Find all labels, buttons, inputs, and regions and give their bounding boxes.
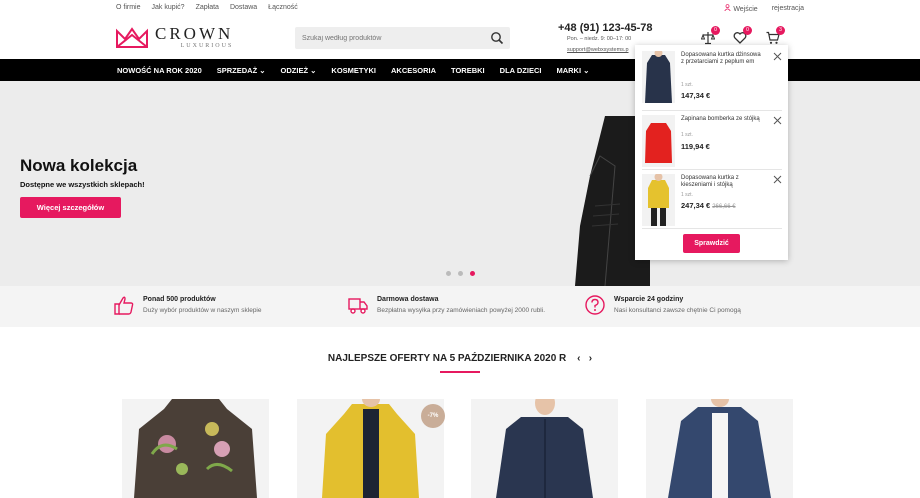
offers-heading: NAJLEPSZE OFERTY NA 5 PAŹDZIERNIKA 2020 … bbox=[0, 353, 920, 364]
features-bar: Ponad 500 produktów Duży wybór produktów… bbox=[0, 286, 920, 327]
search-bar bbox=[295, 27, 510, 50]
logo-text: CROWN LUXURIOUS bbox=[155, 24, 234, 49]
product-card[interactable] bbox=[122, 399, 269, 498]
cart-button[interactable]: 3 bbox=[766, 26, 785, 45]
product-card[interactable] bbox=[646, 399, 793, 498]
cart-item-old-price: 266,66 € bbox=[712, 204, 736, 210]
search-icon[interactable] bbox=[490, 31, 504, 45]
feature-title: Darmowa dostawa bbox=[377, 296, 439, 303]
link-how-to-buy[interactable]: Jak kupić? bbox=[152, 4, 185, 11]
cart-item-price: 147,34 € bbox=[681, 91, 710, 100]
crown-logo-icon bbox=[116, 26, 148, 48]
login-link[interactable]: Wejście bbox=[724, 4, 758, 13]
cart-item-price: 119,94 € bbox=[681, 142, 710, 151]
thumbs-up-icon bbox=[114, 296, 134, 315]
cart-count-badge: 3 bbox=[776, 26, 785, 35]
feature-description: Nasi konsultanci zawsze chętnie Ci pomog… bbox=[614, 307, 741, 314]
logo-subtitle: LUXURIOUS bbox=[180, 43, 234, 49]
offers-underline bbox=[440, 371, 480, 373]
divider bbox=[642, 169, 782, 170]
account-links: Wejście rejestracja bbox=[724, 4, 804, 13]
cart-item-price-value: 119,94 € bbox=[681, 142, 710, 151]
nav-item-kids[interactable]: DLA DZIECI bbox=[500, 66, 542, 75]
cart-item-qty: 1 szt. bbox=[681, 132, 693, 138]
cart-item-name[interactable]: Zapinana bomberka ze stójką bbox=[681, 116, 761, 123]
checkout-button[interactable]: Sprawdzić bbox=[683, 234, 740, 253]
cart-item-thumbnail[interactable] bbox=[642, 51, 675, 103]
nav-item-sale[interactable]: SPRZEDAŻ ⌄ bbox=[217, 66, 266, 75]
feature-description: Duży wybór produktów w naszym sklepie bbox=[143, 307, 262, 314]
top-links: O firmie Jak kupić? Zapłata Dostawa Łącz… bbox=[116, 4, 298, 11]
question-icon bbox=[585, 295, 605, 315]
slider-dot[interactable] bbox=[446, 271, 451, 276]
hero-subtitle: Dostępne we wszystkich sklepach! bbox=[20, 180, 145, 189]
register-link[interactable]: rejestracja bbox=[772, 5, 804, 12]
link-payment[interactable]: Zapłata bbox=[196, 4, 219, 11]
opening-hours: Pon. – niedz. 9: 00–17: 00 bbox=[567, 36, 632, 42]
cart-item-thumbnail[interactable] bbox=[642, 174, 675, 226]
link-contact[interactable]: Łączność bbox=[268, 4, 298, 11]
nav-item-brands[interactable]: MARKI ⌄ bbox=[556, 66, 589, 75]
cart-item-name[interactable]: Dopasowana kurtka z kieszeniami i stójką bbox=[681, 175, 761, 189]
cart-item-name[interactable]: Dopasowana kurtka dżinsowa z przetarciam… bbox=[681, 52, 761, 66]
product-image bbox=[134, 399, 257, 498]
cart-item-price: 247,34 €266,66 € bbox=[681, 201, 736, 210]
truck-icon bbox=[348, 298, 368, 314]
product-image bbox=[496, 399, 593, 498]
nav-item-clothing[interactable]: ODZIEŻ ⌄ bbox=[281, 66, 317, 75]
search-input[interactable] bbox=[295, 27, 475, 50]
cart-item-price-value: 147,34 € bbox=[681, 91, 711, 100]
nav-item-accessories[interactable]: AKCESORIA bbox=[391, 66, 436, 75]
link-about[interactable]: O firmie bbox=[116, 4, 141, 11]
compare-count-badge: 0 bbox=[711, 26, 720, 35]
nav-item-new-2020[interactable]: NOWOŚĆ NA ROK 2020 bbox=[117, 66, 202, 75]
wishlist-button[interactable]: 0 bbox=[733, 26, 752, 45]
cart-dropdown: Dopasowana kurtka dżinsowa z przetarciam… bbox=[635, 45, 788, 260]
hero-more-button[interactable]: Więcej szczegółów bbox=[20, 197, 121, 218]
feature-products: Ponad 500 produktów Duży wybór produktów… bbox=[113, 294, 262, 316]
user-icon bbox=[724, 4, 731, 11]
cart-item-qty: 1 szt. bbox=[681, 82, 693, 88]
offers-title: NAJLEPSZE OFERTY NA 5 PAŹDZIERNIKA 2020 … bbox=[327, 353, 567, 364]
cart-item: Zapinana bomberka ze stójką 1 szt. 119,9… bbox=[642, 115, 782, 169]
offers-next-arrow[interactable]: › bbox=[589, 353, 592, 364]
nav-item-cosmetics[interactable]: KOSMETYKI bbox=[331, 66, 376, 75]
nav-item-bags[interactable]: TOREBKI bbox=[451, 66, 485, 75]
logo-title: CROWN bbox=[155, 24, 234, 43]
product-card[interactable] bbox=[471, 399, 618, 498]
feature-title: Ponad 500 produktów bbox=[143, 296, 216, 303]
cart-item-thumbnail[interactable] bbox=[642, 115, 675, 167]
compare-button[interactable]: 0 bbox=[700, 26, 720, 45]
phone-number[interactable]: +48 (91) 123-45-78 bbox=[558, 22, 652, 34]
feature-delivery: Darmowa dostawa Bezpłatna wysyłka przy z… bbox=[347, 294, 545, 316]
cart-item: Dopasowana kurtka dżinsowa z przetarciam… bbox=[642, 51, 782, 105]
cart-item: Dopasowana kurtka z kieszeniami i stójką… bbox=[642, 174, 782, 228]
cart-item-price-value: 247,34 € bbox=[681, 201, 711, 210]
cart-item-qty: 1 szt. bbox=[681, 192, 693, 198]
slider-dot[interactable] bbox=[458, 271, 463, 276]
wishlist-count-badge: 0 bbox=[743, 26, 752, 35]
product-image bbox=[668, 399, 771, 498]
slider-dots bbox=[446, 271, 475, 276]
divider bbox=[642, 228, 782, 229]
login-label: Wejście bbox=[733, 6, 758, 13]
close-icon[interactable] bbox=[773, 52, 782, 61]
feature-support: Wsparcie 24 godziny Nasi konsultanci zaw… bbox=[584, 294, 741, 316]
discount-badge: -7% bbox=[421, 404, 445, 428]
logo[interactable]: CROWN LUXURIOUS bbox=[115, 24, 234, 49]
slider-dot-active[interactable] bbox=[470, 271, 475, 276]
divider bbox=[642, 110, 782, 111]
feature-title: Wsparcie 24 godziny bbox=[614, 296, 684, 303]
link-delivery[interactable]: Dostawa bbox=[230, 4, 257, 11]
close-icon[interactable] bbox=[773, 175, 782, 184]
close-icon[interactable] bbox=[773, 116, 782, 125]
feature-description: Bezpłatna wysyłka przy zamówieniach powy… bbox=[377, 307, 545, 314]
offers-prev-arrow[interactable]: ‹ bbox=[577, 353, 580, 364]
hero-title: Nowa kolekcja bbox=[20, 156, 138, 175]
